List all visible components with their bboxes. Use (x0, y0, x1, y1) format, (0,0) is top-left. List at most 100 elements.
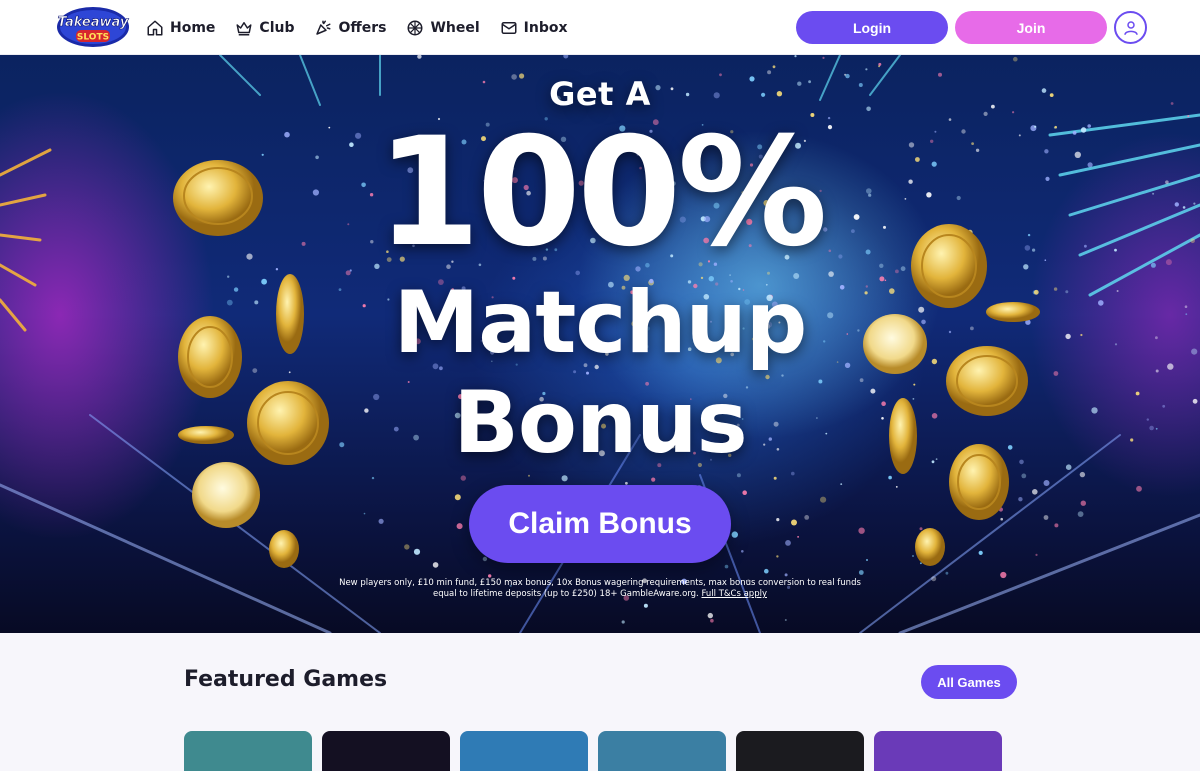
hero-heading-line3: Matchup (393, 273, 808, 373)
sparkle-dot (1043, 480, 1050, 486)
sparkle-dot (621, 620, 625, 624)
sparkle-dot (456, 523, 463, 530)
sparkle-dot (1018, 497, 1023, 502)
featured-games-title: Featured Games (184, 667, 388, 692)
sparkle-dot (1000, 571, 1007, 579)
login-button[interactable]: Login (796, 11, 948, 44)
game-thumbnail[interactable] (322, 731, 450, 771)
sparkle-dot (785, 540, 791, 546)
logo-text-top: Takeaway (58, 15, 129, 30)
sparkle-dot (741, 550, 744, 553)
sparkle-dot (784, 573, 788, 577)
party-popper-icon (316, 20, 331, 35)
sparkle-dot (417, 55, 422, 59)
sparkle-dot (736, 473, 741, 478)
sparkle-dot (858, 527, 865, 534)
hero-heading-line4: Bonus (453, 373, 747, 473)
sparkle-dot (1136, 485, 1142, 492)
claim-bonus-button[interactable]: Claim Bonus (469, 485, 731, 563)
game-thumbnail[interactable] (598, 731, 726, 771)
sparkle-dot (363, 512, 366, 515)
sparkle-dot (378, 518, 384, 524)
nav-item-inbox[interactable]: Inbox (500, 19, 568, 37)
sparkle-dot (840, 483, 843, 485)
site-logo[interactable]: Takeaway SLOTS (56, 6, 130, 48)
game-thumbnail[interactable] (874, 731, 1002, 771)
sparkle-dot (858, 570, 864, 575)
sparkle-dot (460, 475, 466, 481)
crown-icon (236, 21, 252, 35)
sparkle-dot (776, 555, 779, 558)
sparkle-dot (865, 68, 868, 71)
wheel-icon (407, 20, 423, 35)
sparkle-dot (1043, 515, 1049, 520)
sparkle-dot (482, 556, 488, 562)
sparkle-dot (978, 550, 983, 555)
logo-text-bottom: SLOTS (77, 33, 109, 43)
game-thumbnail[interactable] (460, 731, 588, 771)
sparkle-dot (820, 496, 827, 503)
sparkle-dot (791, 519, 797, 526)
profile-button[interactable] (1114, 11, 1147, 44)
sparkle-dot (528, 474, 530, 477)
sparkle-dot (945, 571, 949, 575)
sparkle-dot (643, 603, 648, 608)
sparkle-dot (724, 564, 729, 569)
mail-icon (501, 21, 517, 34)
sparkle-dot (1054, 523, 1059, 528)
featured-games-row (184, 731, 1002, 771)
terms-link[interactable]: Full T&Cs apply (701, 589, 767, 599)
sparkle-dot (454, 494, 461, 501)
nav-item-wheel[interactable]: Wheel (406, 19, 480, 37)
terms-line1: New players only, £10 min fund, £150 max… (339, 578, 861, 588)
terms-text: New players only, £10 min fund, £150 max… (300, 578, 900, 600)
terms-line2: equal to lifetime deposits (up to £250) … (433, 589, 699, 599)
sparkle-dot (432, 562, 439, 568)
sparkle-dot (707, 612, 713, 619)
sparkle-dot (1032, 489, 1038, 495)
nav-item-home[interactable]: Home (146, 19, 215, 37)
nav-item-offers[interactable]: Offers (314, 19, 386, 37)
game-thumbnail[interactable] (184, 731, 312, 771)
nav-item-label: Inbox (523, 19, 568, 36)
sparkle-dot (822, 56, 825, 59)
nav-item-label: Home (170, 19, 216, 36)
sparkle-dot (767, 70, 772, 75)
sparkle-dot (878, 65, 881, 68)
sparkle-dot (1080, 500, 1087, 506)
sparkle-dot (561, 475, 568, 482)
gold-coin (269, 530, 299, 568)
sparkle-dot (772, 65, 776, 69)
sparkle-dot (413, 548, 421, 555)
game-thumbnail[interactable] (736, 731, 864, 771)
sparkle-dot (776, 518, 780, 522)
sparkle-dot (764, 568, 769, 574)
sparkle-dot (895, 486, 898, 488)
sparkle-dot (1013, 56, 1018, 62)
join-button[interactable]: Join (955, 11, 1107, 44)
sparkle-dot (563, 55, 569, 59)
hero-banner: Get A 100% Matchup Bonus Claim Bonus New… (0, 55, 1200, 633)
sparkle-dot (784, 619, 787, 621)
main-nav: Home Club Offers Wheel Inbox (146, 0, 568, 55)
nav-item-label: Wheel (430, 19, 480, 36)
sparkle-dot (651, 477, 656, 482)
sparkle-dot (1021, 473, 1027, 479)
sparkle-dot (1035, 553, 1038, 556)
nav-item-club[interactable]: Club (235, 19, 294, 37)
sparkle-dot (773, 476, 777, 480)
site-header: Takeaway SLOTS Home Club Offers Wheel In… (0, 0, 1200, 55)
sparkle-dot (742, 490, 747, 496)
sparkle-dot (371, 476, 375, 480)
sparkle-dot (710, 618, 714, 623)
all-games-button[interactable]: All Games (921, 665, 1017, 699)
sparkle-dot (731, 531, 738, 538)
sparkle-dot (888, 475, 892, 480)
sparkle-dot (794, 55, 797, 58)
terms-line2-wrap: equal to lifetime deposits (up to £250) … (300, 589, 900, 600)
user-icon (1123, 20, 1138, 35)
gold-coin (915, 528, 945, 566)
sparkle-dot (866, 559, 868, 561)
sparkle-dot (1077, 511, 1084, 517)
sparkle-dot (804, 515, 810, 520)
